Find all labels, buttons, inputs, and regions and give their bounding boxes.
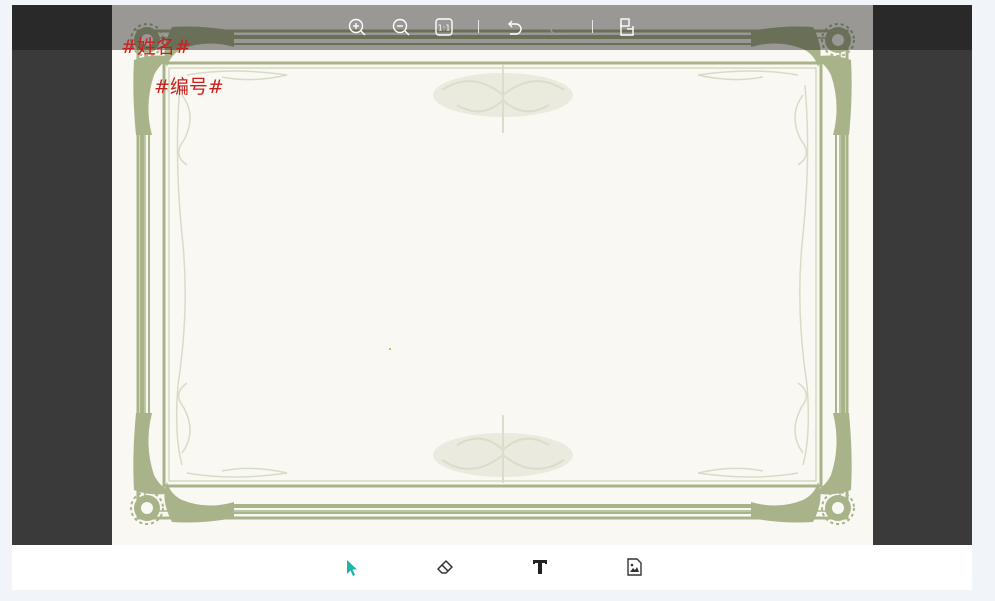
image-tool-button[interactable] <box>622 555 646 579</box>
zoom-in-icon <box>348 18 366 36</box>
zoom-out-icon <box>392 18 410 36</box>
undo-button[interactable] <box>504 17 524 37</box>
select-tool-button[interactable] <box>339 555 363 579</box>
actual-size-button[interactable]: 1:1 <box>434 17 454 37</box>
export-button[interactable] <box>617 17 637 37</box>
cursor-icon <box>347 560 357 576</box>
bottom-toolbar <box>12 545 972 590</box>
actual-size-label: 1:1 <box>438 24 451 33</box>
export-icon <box>620 18 634 36</box>
undo-icon <box>508 20 522 35</box>
redo-button[interactable] <box>548 17 568 37</box>
name-placeholder-field[interactable]: #姓名# <box>121 38 191 57</box>
zoom-in-button[interactable] <box>347 17 367 37</box>
toolbar-divider <box>592 20 593 33</box>
toolbar-divider <box>478 20 479 33</box>
number-placeholder-field[interactable]: #编号# <box>154 78 224 97</box>
certificate-border-image <box>130 23 855 525</box>
eraser-icon <box>437 560 453 574</box>
text-tool-button[interactable] <box>528 555 552 579</box>
actual-size-icon: 1:1 <box>435 18 453 36</box>
eraser-tool-button[interactable] <box>433 555 457 579</box>
redo-icon <box>550 20 564 35</box>
image-icon <box>627 558 642 576</box>
zoom-out-button[interactable] <box>391 17 411 37</box>
certificate-canvas[interactable] <box>112 5 873 545</box>
text-icon <box>533 560 547 574</box>
